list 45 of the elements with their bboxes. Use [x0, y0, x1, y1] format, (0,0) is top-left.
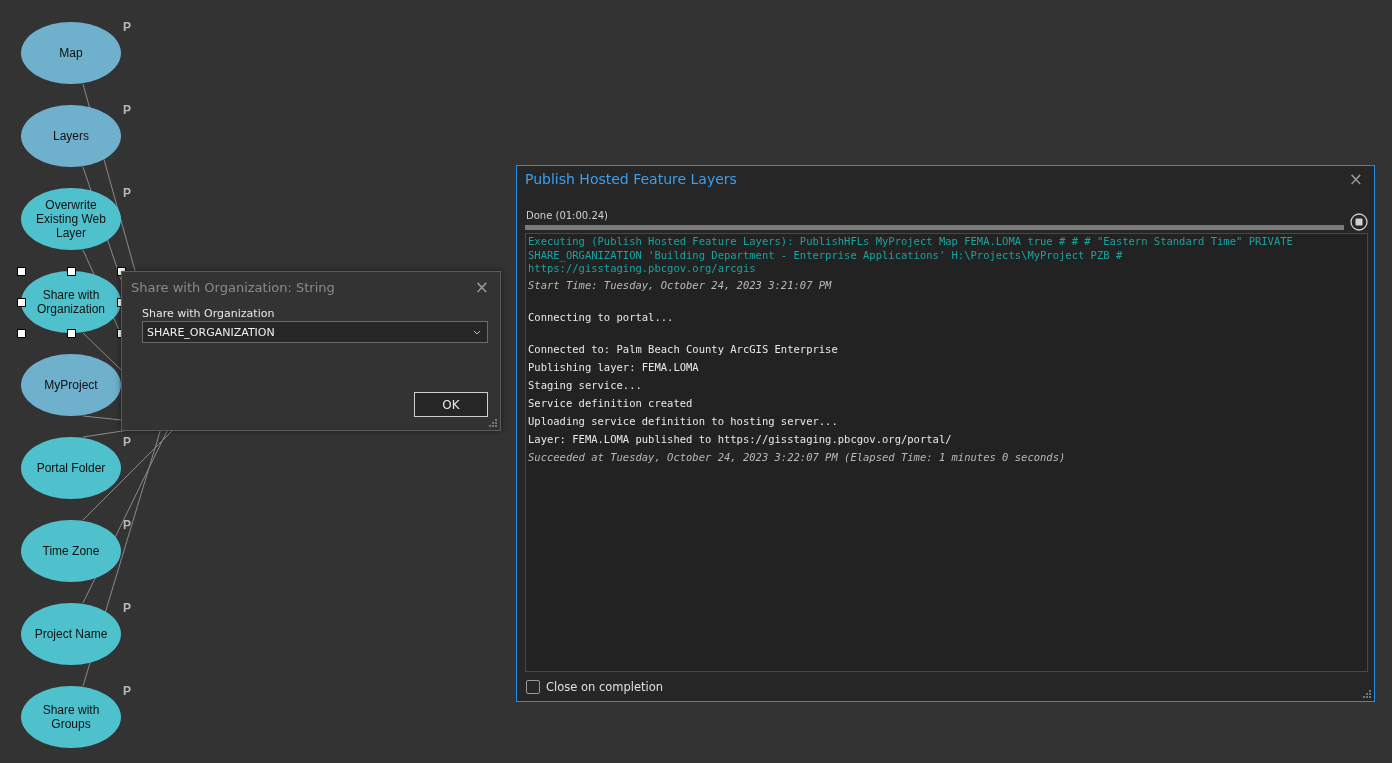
model-node[interactable]: Share with Organization [21, 271, 121, 333]
log-line: Executing (Publish Hosted Feature Layers): PublishHFLs MyProject Map FEMA.LOMA true # # # "Eastern Standard Time" PRIVATE SHARE_ORGANIZATION 'Building Department - Enterprise Applications' H:\Projects\MyProject PZB # https://gisstaging.pbcgov.org/arcgis [528, 235, 1294, 276]
log-line: Connected to: Palm Beach County ArcGIS Enterprise [528, 341, 839, 357]
parameter-label: P [123, 518, 131, 532]
model-node[interactable]: Time Zone [21, 520, 121, 582]
model-node[interactable]: Portal Folder [21, 437, 121, 499]
model-node[interactable]: Project Name [21, 603, 121, 665]
model-node[interactable]: Share with Groups [21, 686, 121, 748]
resize-handle[interactable] [67, 329, 76, 338]
model-node[interactable]: Overwrite Existing Web Layer [21, 188, 121, 250]
close-button[interactable]: × [471, 277, 492, 297]
model-node[interactable]: MyProject [21, 354, 121, 416]
resize-handle[interactable] [17, 267, 26, 276]
stop-icon[interactable] [1350, 213, 1368, 231]
log-line: Service definition created [528, 395, 694, 411]
value-dropdown[interactable]: SHARE_ORGANIZATION [142, 321, 488, 343]
resize-grip-icon[interactable] [1363, 690, 1372, 699]
parameter-label: P [123, 186, 131, 200]
resize-grip-icon[interactable] [489, 419, 498, 428]
chevron-icon[interactable] [473, 329, 481, 335]
log-line: Staging service... [528, 377, 643, 393]
model-node[interactable]: Map [21, 22, 121, 84]
resize-handle[interactable] [17, 298, 26, 307]
dialog-title: Share with Organization: String [131, 279, 335, 295]
field-label: Share with Organization [142, 307, 276, 320]
parameter-label: P [123, 684, 131, 698]
log-line: Connecting to portal... [528, 309, 675, 325]
close-button[interactable]: × [1345, 169, 1366, 189]
checkbox-label: Close on completion [546, 680, 664, 694]
resize-handle[interactable] [17, 329, 26, 338]
log-line: Publishing layer: FEMA.LOMA [528, 359, 700, 375]
model-node[interactable]: Layers [21, 105, 121, 167]
resize-handle[interactable] [67, 267, 76, 276]
log-line: Layer: FEMA.LOMA published to https://gisstaging.pbcgov.org/portal/ [528, 431, 953, 447]
window-title: Publish Hosted Feature Layers [525, 171, 737, 187]
parameter-label: P [123, 20, 131, 34]
parameter-label: P [123, 103, 131, 117]
status-text: Done (01:00.24) [526, 210, 609, 221]
parameter-label: P [123, 601, 131, 615]
parameter-label: P [123, 435, 131, 449]
log-line: Succeeded at Tuesday, October 24, 2023 3:22:07 PM (Elapsed Time: 1 minutes 0 seconds) [528, 449, 1067, 465]
checkbox[interactable] [526, 680, 540, 694]
ok-button[interactable]: OK [414, 392, 488, 417]
log-line: Uploading service definition to hosting server... [528, 413, 839, 429]
log-line: Start Time: Tuesday, October 24, 2023 3:21:07 PM [528, 277, 833, 293]
